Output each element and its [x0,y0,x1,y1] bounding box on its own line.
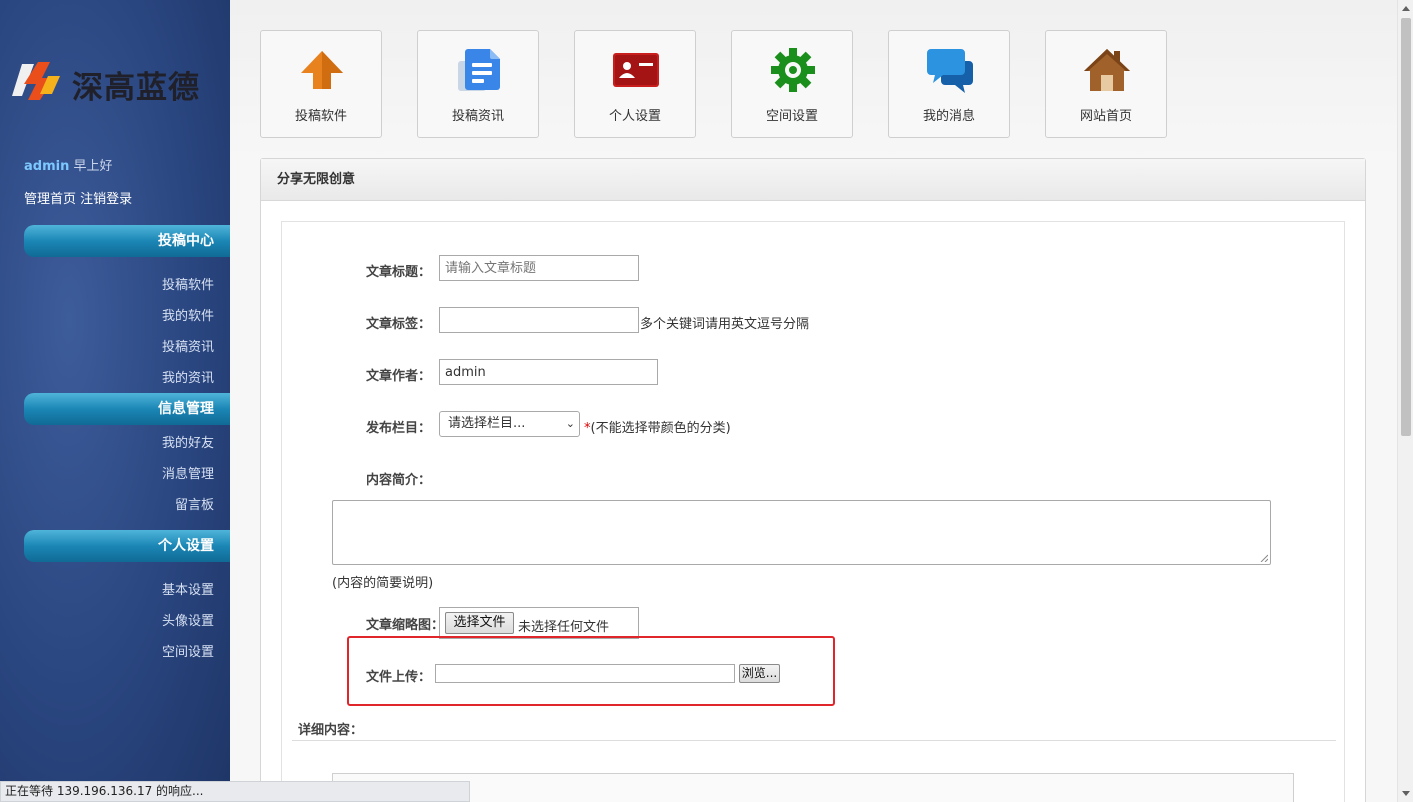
logo-text: 深高蓝德 [72,70,200,106]
tile-label: 个人设置 [608,109,661,124]
tile-label: 投稿软件 [294,109,347,124]
main-content: 投稿软件 投稿资讯 个人设置 空间设置 我的消息 网站首页 分享无限创意 文章标… [230,0,1397,802]
page-scrollbar[interactable] [1397,0,1413,802]
summary-textarea[interactable] [332,500,1271,565]
tile-submit-news[interactable]: 投稿资讯 [417,30,539,138]
sidebar-item-guestbook[interactable]: 留言板 [175,494,214,513]
chat-bubble-icon [927,49,973,93]
home-icon [1084,49,1130,91]
tile-personal-settings[interactable]: 个人设置 [574,30,696,138]
section-submission-center[interactable]: 投稿中心 [24,225,230,257]
tile-site-home[interactable]: 网站首页 [1045,30,1167,138]
resize-handle-icon [1260,554,1268,562]
article-title-label: 文章标题： [366,265,432,280]
scroll-thumb[interactable] [1401,18,1411,436]
browser-status-bar: 正在等待 139.196.136.17 的响应... [0,781,470,802]
file-status-text: 未选择任何文件 [518,620,610,635]
sidebar-item-message-management[interactable]: 消息管理 [162,463,214,482]
article-tags-input[interactable] [439,307,639,333]
file-upload-input[interactable] [435,664,735,683]
admin-home-link[interactable]: 管理首页 [24,192,76,207]
sidebar-item-space-settings[interactable]: 空间设置 [162,641,214,660]
category-hint: *(不能选择带颜色的分类) [584,417,731,436]
chevron-down-icon: ⌄ [565,417,575,430]
browse-button[interactable]: 浏览... [739,664,780,683]
tile-label: 我的消息 [922,109,975,124]
section-info-management[interactable]: 信息管理 [24,393,230,425]
rich-text-editor[interactable] [332,773,1294,802]
category-selected-value: 请选择栏目... [448,416,526,431]
user-name: admin [24,159,70,174]
summary-label: 内容简介： [366,473,432,488]
sidebar-item-submit-news[interactable]: 投稿资讯 [162,336,214,355]
logo-mark-icon [12,62,60,100]
sidebar-item-avatar-settings[interactable]: 头像设置 [162,610,214,629]
sidebar-item-my-software[interactable]: 我的软件 [162,305,214,324]
sidebar-item-my-news[interactable]: 我的资讯 [162,367,214,386]
logout-link[interactable]: 注销登录 [80,192,132,207]
greeting-text: 早上好 [73,159,113,174]
scroll-down-icon[interactable] [1402,791,1410,796]
tile-label: 空间设置 [765,109,818,124]
article-tags-label: 文章标签： [366,317,432,332]
tile-submit-software[interactable]: 投稿软件 [260,30,382,138]
section-personal-settings[interactable]: 个人设置 [24,530,230,562]
choose-file-button[interactable]: 选择文件 [445,612,514,634]
sidebar-item-submit-software[interactable]: 投稿软件 [162,274,214,293]
up-arrow-icon [301,51,343,89]
divider [292,740,1336,741]
gear-icon [771,48,815,92]
category-hint-text: (不能选择带颜色的分类) [590,421,731,436]
article-author-input[interactable] [439,359,658,385]
tile-label: 网站首页 [1079,109,1132,124]
id-card-icon [613,53,659,87]
sidebar-item-my-friends[interactable]: 我的好友 [162,432,214,451]
thumbnail-label: 文章缩略图： [366,618,445,633]
detail-content-label: 详细内容： [298,723,364,738]
sidebar: 深高蓝德 admin 早上好 管理首页 注销登录 投稿中心 投稿软件 我的软件 … [0,0,230,802]
summary-hint: (内容的简要说明) [332,576,434,591]
document-icon [458,49,500,91]
tile-my-messages[interactable]: 我的消息 [888,30,1010,138]
article-title-input[interactable] [439,255,639,281]
tile-space-settings[interactable]: 空间设置 [731,30,853,138]
tags-hint: 多个关键词请用英文逗号分隔 [640,317,810,332]
file-upload-label: 文件上传： [366,670,432,685]
form-area: 文章标题： 文章标签： 多个关键词请用英文逗号分隔 文章作者： 发布栏目： 请选… [281,221,1345,802]
user-greeting: admin 早上好 [24,155,113,174]
article-author-label: 文章作者： [366,369,432,384]
tile-label: 投稿资讯 [451,109,504,124]
scroll-up-icon[interactable] [1402,6,1410,11]
user-links: 管理首页 注销登录 [24,188,132,207]
sidebar-item-basic-settings[interactable]: 基本设置 [162,579,214,598]
category-label: 发布栏目： [366,421,432,436]
category-select[interactable]: 请选择栏目... ⌄ [439,411,580,437]
thumbnail-file-input[interactable]: 选择文件 未选择任何文件 [439,607,639,639]
site-logo[interactable]: 深高蓝德 [12,56,222,106]
form-panel: 分享无限创意 文章标题： 文章标签： 多个关键词请用英文逗号分隔 文章作者： 发… [260,158,1366,802]
panel-title: 分享无限创意 [261,159,1365,201]
